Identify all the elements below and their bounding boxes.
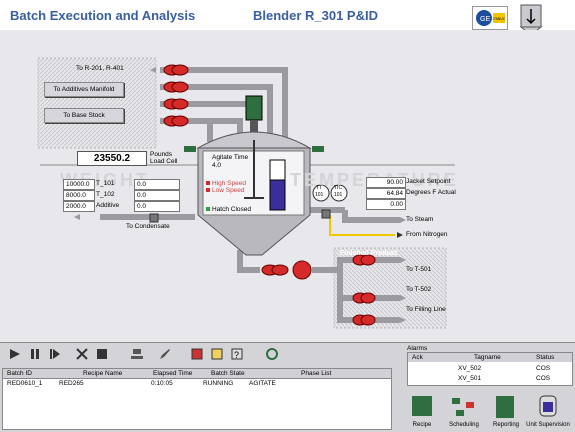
- tank-actual: 0.0: [134, 190, 180, 201]
- batch-table: Batch ID Recipe Name Elapsed Time Batch …: [2, 368, 392, 430]
- alarms-table: Ack Tagname Status XV_502 COS XV_501 COS: [407, 352, 573, 386]
- output-value: 0.00: [366, 199, 406, 210]
- low-speed-indicator: Low Speed: [206, 187, 245, 194]
- tic-number: 101: [334, 192, 343, 198]
- help-icon[interactable]: ?: [230, 347, 244, 361]
- agitate-time-value: 4.0: [212, 162, 222, 169]
- to-t502-label: To T-502: [406, 286, 432, 293]
- nav-recipe[interactable]: Recipe: [404, 392, 440, 430]
- alarm-header-tagname[interactable]: Tagname: [474, 353, 501, 362]
- jacket-setpoint-label: Jacket Setpoint: [406, 178, 451, 185]
- finished-product-label: Finished Product: [340, 250, 398, 257]
- cell-phase-list: AGITATE: [249, 380, 276, 387]
- column-header-elapsed-time[interactable]: Elapsed Time: [153, 369, 192, 378]
- base-stock-button[interactable]: To Base Stock: [44, 108, 124, 123]
- ge-fanuc-logo-icon: GE FANUC: [472, 6, 508, 30]
- cell-batch-state: RUNNING: [203, 380, 234, 387]
- svg-text:FANUC: FANUC: [494, 17, 506, 21]
- tank-name: T_102: [96, 191, 115, 198]
- load-cell-value: 23550.2: [77, 151, 147, 166]
- tank-name: T_101: [96, 180, 115, 187]
- cell-batch-id: RED0610_1: [7, 380, 43, 387]
- abort-icon[interactable]: [75, 347, 89, 361]
- page-subtitle: Blender R_301 P&ID: [253, 8, 378, 23]
- reporting-icon: [496, 396, 514, 418]
- svg-text:?: ?: [234, 350, 239, 360]
- pid-canvas: To R-201, R-401 To Additives Manifold To…: [0, 30, 575, 342]
- alarms-title: Alarms: [407, 345, 428, 352]
- alarm-tagname: XV_501: [458, 375, 482, 382]
- stop-icon[interactable]: [95, 347, 109, 361]
- play-icon[interactable]: [8, 347, 22, 361]
- nav-unit-supervision[interactable]: Unit Supervision: [526, 392, 570, 430]
- alarm-status: COS: [536, 375, 551, 382]
- tt-label: TT: [316, 185, 323, 191]
- tank-target[interactable]: 10000.0: [63, 179, 95, 190]
- to-t501-label: To T-501: [406, 266, 432, 273]
- to-filling-line-label: To Filling Line: [406, 306, 446, 313]
- from-nitrogen-label: From Nitrogen: [406, 231, 448, 238]
- alarm-header-ack[interactable]: Ack: [412, 353, 423, 362]
- load-cell-units: Pounds: [150, 151, 173, 158]
- tank-target[interactable]: 2000.0: [63, 201, 95, 212]
- alarm-header-status[interactable]: Status: [536, 353, 554, 362]
- tank-actual: 0.0: [134, 201, 180, 212]
- toolbar: ?: [0, 342, 400, 366]
- header: Batch Execution and Analysis Blender R_3…: [0, 0, 575, 36]
- column-header-batch-state[interactable]: Batch State: [211, 369, 245, 378]
- nav-reporting[interactable]: Reporting: [488, 392, 524, 430]
- edit-icon[interactable]: [158, 347, 172, 361]
- agitate-time-label: Agitate Time: [212, 154, 249, 161]
- to-condensate-label: To Condensate: [126, 223, 170, 230]
- high-speed-indicator: High Speed: [206, 180, 246, 187]
- svg-text:GE: GE: [480, 16, 490, 23]
- column-header-phase-list[interactable]: Phase List: [301, 369, 331, 378]
- to-steam-label: To Steam: [406, 216, 434, 223]
- hatch-closed-indicator: Hatch Closed: [206, 206, 251, 213]
- nav-scheduling[interactable]: Scheduling: [446, 392, 482, 430]
- degrees-actual-value: 64.84: [366, 188, 406, 199]
- step-icon[interactable]: [48, 347, 62, 361]
- column-header-batch-id[interactable]: Batch ID: [7, 369, 32, 378]
- pause-icon[interactable]: [28, 347, 42, 361]
- jacket-setpoint-value[interactable]: 90.00: [366, 177, 406, 188]
- cell-recipe-name: RED265: [59, 380, 84, 387]
- unit-supervision-icon: [539, 395, 557, 417]
- refresh-icon[interactable]: [265, 347, 279, 361]
- alarm-tagname: XV_502: [458, 365, 482, 372]
- cell-elapsed-time: 0:10:05: [151, 380, 173, 387]
- recipe-icon: [412, 396, 432, 416]
- tank-actual: 0.0: [134, 179, 180, 190]
- route-top-label: To R-201, R-401: [76, 65, 124, 72]
- tt-number: 101: [315, 192, 324, 198]
- network-icon[interactable]: [130, 347, 144, 361]
- degrees-actual-label: Degrees F Actual: [406, 189, 456, 196]
- additives-manifold-button[interactable]: To Additives Manifold: [44, 82, 124, 97]
- page-title: Batch Execution and Analysis: [10, 8, 196, 23]
- column-header-recipe-name[interactable]: Recipe Name: [83, 369, 122, 378]
- tank-name: Additive: [96, 202, 120, 209]
- alarm-status: COS: [536, 365, 551, 372]
- tic-label: TIC: [334, 185, 343, 191]
- scheduling-icon: [452, 398, 474, 416]
- load-cell-label: Load Cell: [150, 158, 178, 165]
- clipboard-icon[interactable]: [210, 347, 224, 361]
- report-icon[interactable]: [190, 347, 204, 361]
- tank-target[interactable]: 8000.0: [63, 190, 95, 201]
